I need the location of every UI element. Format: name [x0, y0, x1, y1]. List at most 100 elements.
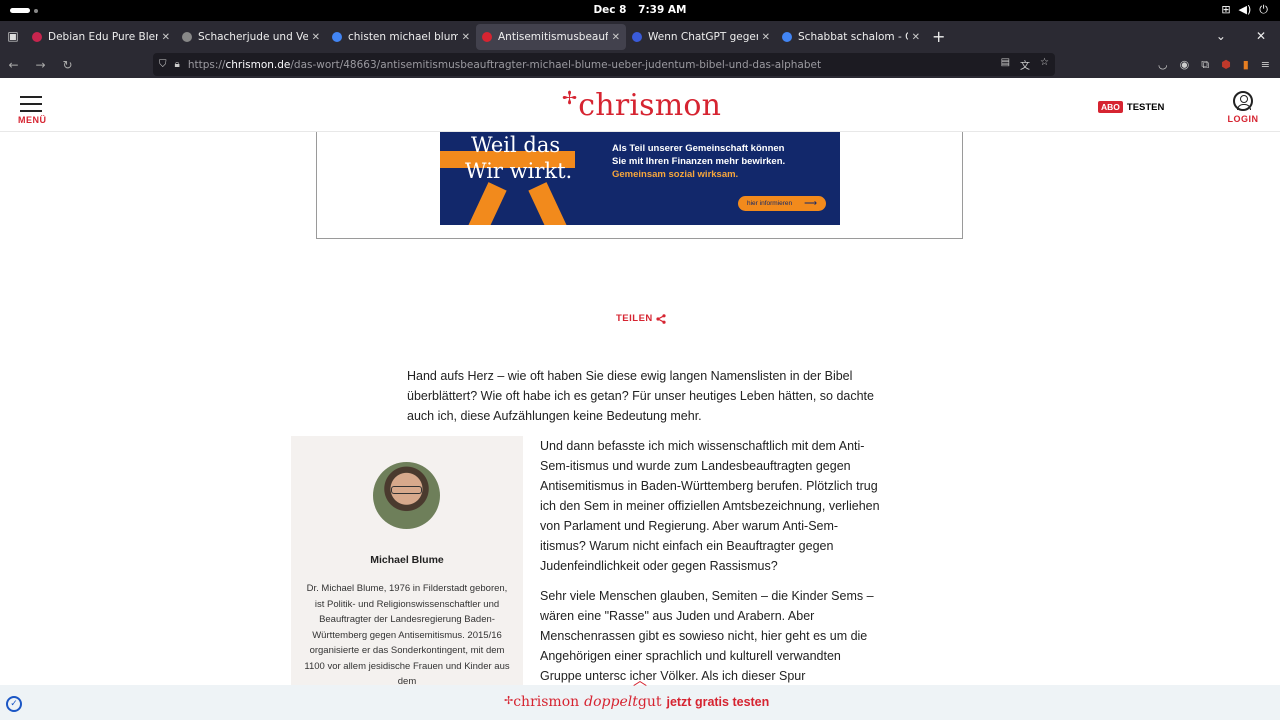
hamburger-bar [20, 103, 42, 105]
article-paragraph: Und dann befasste ich mich wissenschaftl… [540, 439, 880, 573]
author-name: Michael Blume [370, 554, 444, 566]
lock-icon[interactable]: 🔒︎ [175, 59, 180, 70]
browser-tab[interactable]: Debian Edu Pure Blend ✕ [26, 24, 176, 50]
chevron-up-icon[interactable]: ︿ [630, 670, 650, 689]
article-intro: Hand aufs Herz – wie oft haben Sie diese… [407, 369, 874, 423]
list-all-tabs-icon[interactable]: ⌄ [1216, 29, 1226, 43]
volume-icon: ◀) [1238, 3, 1252, 16]
logo-text: chrismon [578, 88, 722, 123]
article-paragraph: Sehr viele Menschen glauben, Semiten – d… [540, 589, 874, 683]
logo-cross-icon: ✢ [504, 694, 514, 707]
menu-label[interactable]: MENÜ [18, 115, 47, 125]
system-clock[interactable]: Dec 8 7:39 AM [0, 4, 1280, 16]
browser-tab[interactable]: chisten michael blume es ✕ [326, 24, 476, 50]
login-button[interactable]: LOGIN [1226, 91, 1260, 124]
tab-close-icon[interactable]: ✕ [912, 32, 920, 43]
share-icon [656, 313, 666, 324]
hamburger-bar [20, 110, 42, 112]
app-menu-icon[interactable]: ≡ [1261, 58, 1270, 71]
author-bio: Dr. Michael Blume, 1976 in Filderstadt g… [304, 583, 510, 687]
author-avatar [373, 462, 440, 529]
logo-cross-icon: ✢ [562, 88, 578, 109]
tracking-shield-icon[interactable]: ⛉ [159, 59, 167, 70]
ad-headline-line1: Weil das [471, 133, 561, 157]
promo-link[interactable]: ✢chrismon doppelt gut jetzt gratis testen [504, 694, 769, 710]
tab-title: Schacherjude und Versch [198, 31, 308, 43]
menu-button[interactable] [18, 96, 48, 117]
clock-time: 7:39 AM [638, 4, 687, 16]
abo-testen-link[interactable]: ABO TESTEN [1098, 101, 1164, 113]
ad-orange-leg [528, 182, 568, 225]
login-label: LOGIN [1227, 114, 1259, 124]
tab-title: Schabbat schalom - Goog [798, 31, 908, 43]
ad-text-line1: Als Teil unserer Gemeinschaft können [612, 143, 785, 154]
abo-label: TESTEN [1126, 101, 1165, 113]
consent-check-icon[interactable]: ✓ [6, 696, 22, 712]
hamburger-icon [20, 96, 42, 98]
system-top-bar: Dec 8 7:39 AM ⊞ ◀) ⏻ [0, 0, 1280, 21]
forward-icon[interactable]: → [27, 51, 54, 78]
back-icon[interactable]: ← [0, 51, 27, 78]
url-bar[interactable]: ⛉ 🔒︎ https://chrismon.de/das-wort/48663/… [153, 53, 1055, 76]
power-icon: ⏻ [1259, 3, 1268, 16]
network-icon: ⊞ [1221, 3, 1231, 16]
firefox-view-button[interactable]: ▣ [0, 21, 26, 51]
site-header: MENÜ ✢chrismon ABO TESTEN LOGIN [0, 78, 1280, 132]
tab-favicon-icon [332, 32, 342, 42]
bookmark-star-icon[interactable]: ☆ [1040, 57, 1049, 72]
ad-headline-line2: Wir wirkt. [465, 159, 573, 183]
extensions-icon[interactable]: ⧉ [1201, 58, 1209, 72]
abo-badge: ABO [1098, 101, 1123, 113]
promo-word: gut [637, 694, 662, 710]
chrismon-logo[interactable]: ✢chrismon [562, 88, 721, 123]
navigation-bar: ← → ↻ ⛉ 🔒︎ https://chrismon.de/das-wort/… [0, 51, 1280, 78]
share-label: TEILEN [616, 313, 653, 324]
url-scheme: https:// [187, 58, 226, 71]
ad-text-line2: Sie mit Ihren Finanzen mehr bewirken. [612, 156, 786, 167]
tab-favicon-icon [482, 32, 492, 42]
reader-view-icon[interactable]: ▤ [1001, 57, 1010, 72]
reload-icon[interactable]: ↻ [54, 51, 81, 78]
tab-close-icon[interactable]: ✕ [762, 32, 770, 43]
share-button[interactable]: TEILEN [616, 313, 666, 324]
ad-text-highlight: Gemeinsam sozial wirksam. [612, 169, 739, 180]
promo-italic: doppelt [584, 694, 638, 710]
pocket-icon[interactable]: ◡ [1158, 58, 1168, 71]
translate-icon[interactable]: 文 [1020, 57, 1030, 72]
arrow-right-icon: ⟶ [804, 198, 817, 208]
promo-cta: jetzt gratis testen [666, 695, 770, 709]
tab-close-icon[interactable]: ✕ [312, 32, 320, 43]
clock-date: Dec 8 [593, 4, 627, 16]
url-host: chrismon.de [225, 58, 291, 71]
new-tab-button[interactable]: + [932, 27, 945, 46]
ad-orange-leg [467, 182, 507, 225]
system-tray[interactable]: ⊞ ◀) ⏻ [1221, 3, 1268, 17]
tab-favicon-icon [782, 32, 792, 42]
browser-tab[interactable]: Schabbat schalom - Goog ✕ [776, 24, 926, 50]
author-box: Michael Blume Dr. Michael Blume, 1976 in… [291, 436, 523, 687]
ublock-icon[interactable]: ⬢ [1221, 58, 1231, 71]
url-path: /das-wort/48663/antisemitismusbeauftragt… [290, 58, 822, 71]
tab-title: Wenn ChatGPT gegen Ju [648, 31, 758, 43]
tab-close-icon[interactable]: ✕ [162, 32, 170, 43]
account-icon[interactable]: ◉ [1180, 58, 1190, 71]
tab-close-icon[interactable]: ✕ [612, 32, 620, 43]
ad-text: Als Teil unserer Gemeinschaft können Sie… [612, 142, 785, 181]
tab-title: chisten michael blume es [348, 31, 458, 43]
article-body: Und dann befasste ich mich wissenschaftl… [540, 436, 880, 696]
tab-favicon-icon [32, 32, 42, 42]
ad-cta-label: hier informieren [747, 200, 793, 207]
addon-icon[interactable]: ▮ [1243, 58, 1249, 71]
browser-tab[interactable]: Schacherjude und Versch ✕ [176, 24, 326, 50]
tab-favicon-icon [182, 32, 192, 42]
promo-logo: ✢chrismon [504, 694, 579, 710]
browser-tab[interactable]: Antisemitismusbeauftrag ✕ [476, 24, 626, 50]
ad-headline: Weil das Wir wirkt. [465, 132, 572, 184]
tab-title: Debian Edu Pure Blend [48, 31, 158, 43]
ad-cta-button[interactable]: hier informieren ⟶ [738, 196, 826, 211]
browser-tab[interactable]: Wenn ChatGPT gegen Ju ✕ [626, 24, 776, 50]
tab-close-icon[interactable]: ✕ [462, 32, 470, 43]
tab-title: Antisemitismusbeauftrag [498, 31, 608, 43]
window-close-icon[interactable]: ✕ [1256, 29, 1266, 43]
advertisement-banner[interactable]: Weil das Wir wirkt. Als Teil unserer Gem… [440, 132, 840, 225]
